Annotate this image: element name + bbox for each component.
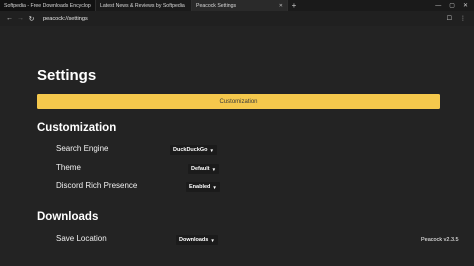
version-label: Peacock v2.3.5	[421, 237, 459, 243]
bookmark-icon[interactable]: ☐	[447, 15, 452, 22]
maximize-icon[interactable]: ▢	[449, 2, 455, 9]
page-title: Settings	[37, 67, 97, 84]
caret-down-icon: ▼	[211, 166, 217, 172]
forward-icon[interactable]: →	[15, 13, 26, 24]
navigation-bar: ← → ↻ peacock://settings ☐ ⋮	[0, 11, 474, 26]
select-value: Default	[191, 166, 210, 172]
tab-softpedia[interactable]: Softpedia - Free Downloads Encyclopedia	[0, 0, 96, 11]
section-title-downloads: Downloads	[37, 211, 99, 223]
theme-label: Theme	[56, 163, 81, 172]
tab-label: Latest News & Reviews by Softpedia	[100, 2, 185, 9]
settings-page: Settings Customization Customization Sea…	[0, 26, 474, 266]
menu-icon[interactable]: ⋮	[460, 15, 466, 22]
url-text: peacock://settings	[43, 15, 88, 22]
select-value: Downloads	[179, 237, 209, 243]
tab-label: Softpedia - Free Downloads Encyclopedia	[4, 2, 91, 9]
select-value: Enabled	[189, 184, 211, 190]
window-controls: — ▢ ✕	[435, 0, 474, 11]
save-location-select[interactable]: Downloads ▼	[176, 235, 218, 245]
reload-icon[interactable]: ↻	[26, 13, 37, 24]
theme-select[interactable]: Default ▼	[188, 164, 220, 174]
tab-peacock-settings[interactable]: Peacock Settings ✕	[192, 0, 288, 11]
tab-latest-news[interactable]: Latest News & Reviews by Softpedia	[96, 0, 192, 11]
customization-banner[interactable]: Customization	[37, 94, 440, 109]
tab-label: Peacock Settings	[196, 2, 237, 9]
new-tab-button[interactable]: +	[288, 0, 300, 11]
close-tab-icon[interactable]: ✕	[279, 3, 283, 9]
section-title-customization: Customization	[37, 122, 117, 134]
caret-down-icon: ▼	[209, 147, 215, 153]
discord-rich-presence-label: Discord Rich Presence	[56, 181, 138, 190]
address-bar[interactable]: peacock://settings	[43, 13, 447, 24]
tab-bar: Softpedia - Free Downloads Encyclopedia …	[0, 0, 474, 11]
back-icon[interactable]: ←	[4, 13, 15, 24]
save-location-label: Save Location	[56, 234, 107, 243]
close-window-icon[interactable]: ✕	[463, 2, 468, 9]
select-value: DuckDuckGo	[173, 147, 208, 153]
discord-rich-presence-select[interactable]: Enabled ▼	[186, 182, 220, 192]
minimize-icon[interactable]: —	[435, 3, 441, 9]
caret-down-icon: ▼	[210, 237, 215, 243]
nav-actions: ☐ ⋮	[447, 15, 470, 22]
banner-label: Customization	[219, 98, 258, 105]
caret-down-icon: ▼	[212, 184, 217, 190]
search-engine-label: Search Engine	[56, 144, 109, 153]
search-engine-select[interactable]: DuckDuckGo ▼	[170, 145, 218, 155]
